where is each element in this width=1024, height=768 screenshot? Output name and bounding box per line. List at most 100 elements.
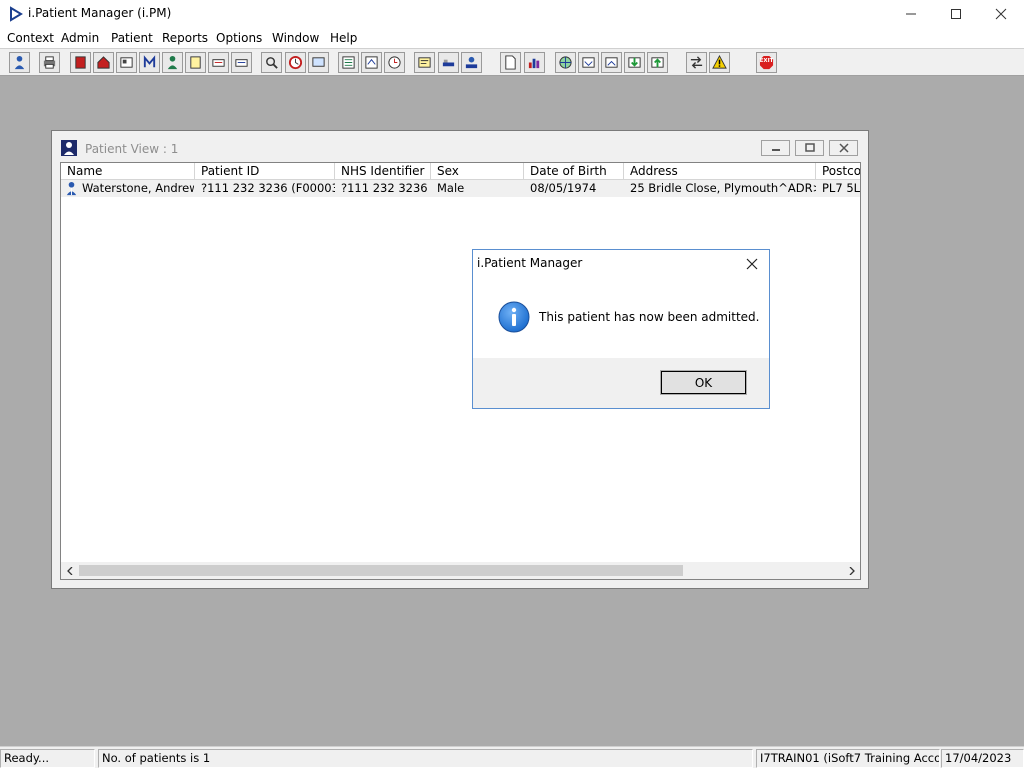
inbox-icon <box>582 57 595 68</box>
printer-icon <box>43 56 56 69</box>
menu-window[interactable]: Window <box>272 31 319 45</box>
app-title: i.Patient Manager (i.PM) <box>28 6 172 20</box>
column-header-date-of-birth[interactable]: Date of Birth <box>524 163 624 180</box>
patient-view-icon <box>61 140 77 156</box>
cell-sex: Male <box>437 181 465 195</box>
memo-button[interactable] <box>414 52 435 73</box>
patient-person-icon <box>66 181 77 196</box>
menu-help[interactable]: Help <box>330 31 357 45</box>
menu-patient[interactable]: Patient <box>111 31 153 45</box>
house-icon <box>97 56 110 69</box>
column-header-address[interactable]: Address <box>624 163 816 180</box>
clock-button[interactable] <box>285 52 306 73</box>
exit-label: EXIT <box>759 58 774 64</box>
close-button[interactable] <box>978 0 1024 28</box>
status-bar: Ready... No. of patients is 1 I7TRAIN01 … <box>0 746 1024 768</box>
minimize-button[interactable] <box>888 0 934 28</box>
menu-options[interactable]: Options <box>216 31 262 45</box>
restore-icon <box>804 143 815 152</box>
clock-icon <box>288 55 303 70</box>
menu-context[interactable]: Context <box>7 31 54 45</box>
notes-icon <box>190 56 201 69</box>
column-header-patient-id[interactable]: Patient ID <box>195 163 335 180</box>
printer-button[interactable] <box>39 52 60 73</box>
cell-nhs-identifier: ?111 232 3236 <box>341 181 428 195</box>
column-header-nhs-identifier[interactable]: NHS Identifier <box>335 163 431 180</box>
cell-name: Waterstone, Andrew <box>82 181 194 195</box>
memo-icon <box>418 57 431 68</box>
menu-reports[interactable]: Reports <box>162 31 208 45</box>
network-button[interactable] <box>555 52 576 73</box>
schedule-icon <box>388 56 401 69</box>
outbox-button[interactable] <box>601 52 622 73</box>
status-ready: Ready... <box>0 749 95 768</box>
export-arrow-icon <box>651 57 664 68</box>
admit-house-button[interactable] <box>93 52 114 73</box>
theatre-icon <box>465 56 478 69</box>
child-minimize-button[interactable] <box>761 140 790 156</box>
swap-button[interactable] <box>686 52 707 73</box>
doctor-button[interactable] <box>162 52 183 73</box>
referral-icon <box>365 56 378 69</box>
status-date: 17/04/2023 <box>941 749 1024 768</box>
column-header-name[interactable]: Name <box>61 163 195 180</box>
app-logo-icon <box>10 6 23 22</box>
menu-bar: Context Admin Patient Reports Options Wi… <box>0 28 1024 48</box>
maximize-button[interactable] <box>933 0 979 28</box>
scroll-left-button[interactable] <box>61 562 78 579</box>
outbox-icon <box>605 57 618 68</box>
patient-person-icon <box>14 55 25 70</box>
patient-view-title: Patient View : 1 <box>85 142 179 156</box>
column-header-postcode[interactable]: Postcod <box>816 163 860 180</box>
schedule-clock-button[interactable] <box>384 52 405 73</box>
document-button[interactable] <box>500 52 521 73</box>
close-icon <box>838 143 849 153</box>
child-restore-button[interactable] <box>795 140 824 156</box>
table-row[interactable]: Waterstone, Andrew ?111 232 3236 (F00003… <box>61 180 860 197</box>
chevron-right-icon <box>849 566 855 575</box>
discharge-icon <box>235 59 248 67</box>
dialog-close-button[interactable] <box>739 252 765 276</box>
cell-address: 25 Bridle Close, Plymouth^ADR>> <box>630 181 816 195</box>
discharge-button[interactable] <box>231 52 252 73</box>
patient-card-button[interactable] <box>116 52 137 73</box>
import-arrow-icon <box>628 57 641 68</box>
menu-admin[interactable]: Admin <box>61 31 99 45</box>
chevron-left-icon <box>66 566 72 575</box>
scrollbar-thumb[interactable] <box>79 565 683 576</box>
ward-bed-button[interactable] <box>438 52 459 73</box>
message-dialog: i.Patient Manager This patient has now b… <box>472 249 770 409</box>
maximize-icon <box>951 9 961 19</box>
transfer-icon <box>212 59 225 67</box>
referral-button[interactable] <box>361 52 382 73</box>
minimize-icon <box>906 13 916 15</box>
letter-m-icon <box>143 55 156 68</box>
ok-button[interactable]: OK <box>660 370 747 395</box>
monitor-button[interactable] <box>308 52 329 73</box>
alert-button[interactable] <box>709 52 730 73</box>
statistics-button[interactable] <box>524 52 545 73</box>
letter-m-button[interactable] <box>139 52 160 73</box>
list-header: Name Patient ID NHS Identifier Sex Date … <box>61 163 860 180</box>
info-icon <box>498 301 530 333</box>
theatre-button[interactable] <box>461 52 482 73</box>
swap-arrows-icon <box>690 56 703 69</box>
notes-button[interactable] <box>185 52 206 73</box>
inbox-button[interactable] <box>578 52 599 73</box>
patient-search-button[interactable] <box>9 52 30 73</box>
monitor-icon <box>312 57 325 67</box>
record-red-book-button[interactable] <box>70 52 91 73</box>
exit-button[interactable]: EXIT <box>756 52 777 73</box>
import-button[interactable] <box>624 52 645 73</box>
export-button[interactable] <box>647 52 668 73</box>
search-button[interactable] <box>261 52 282 73</box>
warning-icon <box>712 55 727 69</box>
scroll-right-button[interactable] <box>843 562 860 579</box>
globe-icon <box>559 56 572 69</box>
horizontal-scrollbar[interactable] <box>61 562 860 579</box>
document-icon <box>505 55 516 70</box>
waiting-list-button[interactable] <box>338 52 359 73</box>
child-close-button[interactable] <box>829 140 858 156</box>
column-header-sex[interactable]: Sex <box>431 163 524 180</box>
transfer-button[interactable] <box>208 52 229 73</box>
